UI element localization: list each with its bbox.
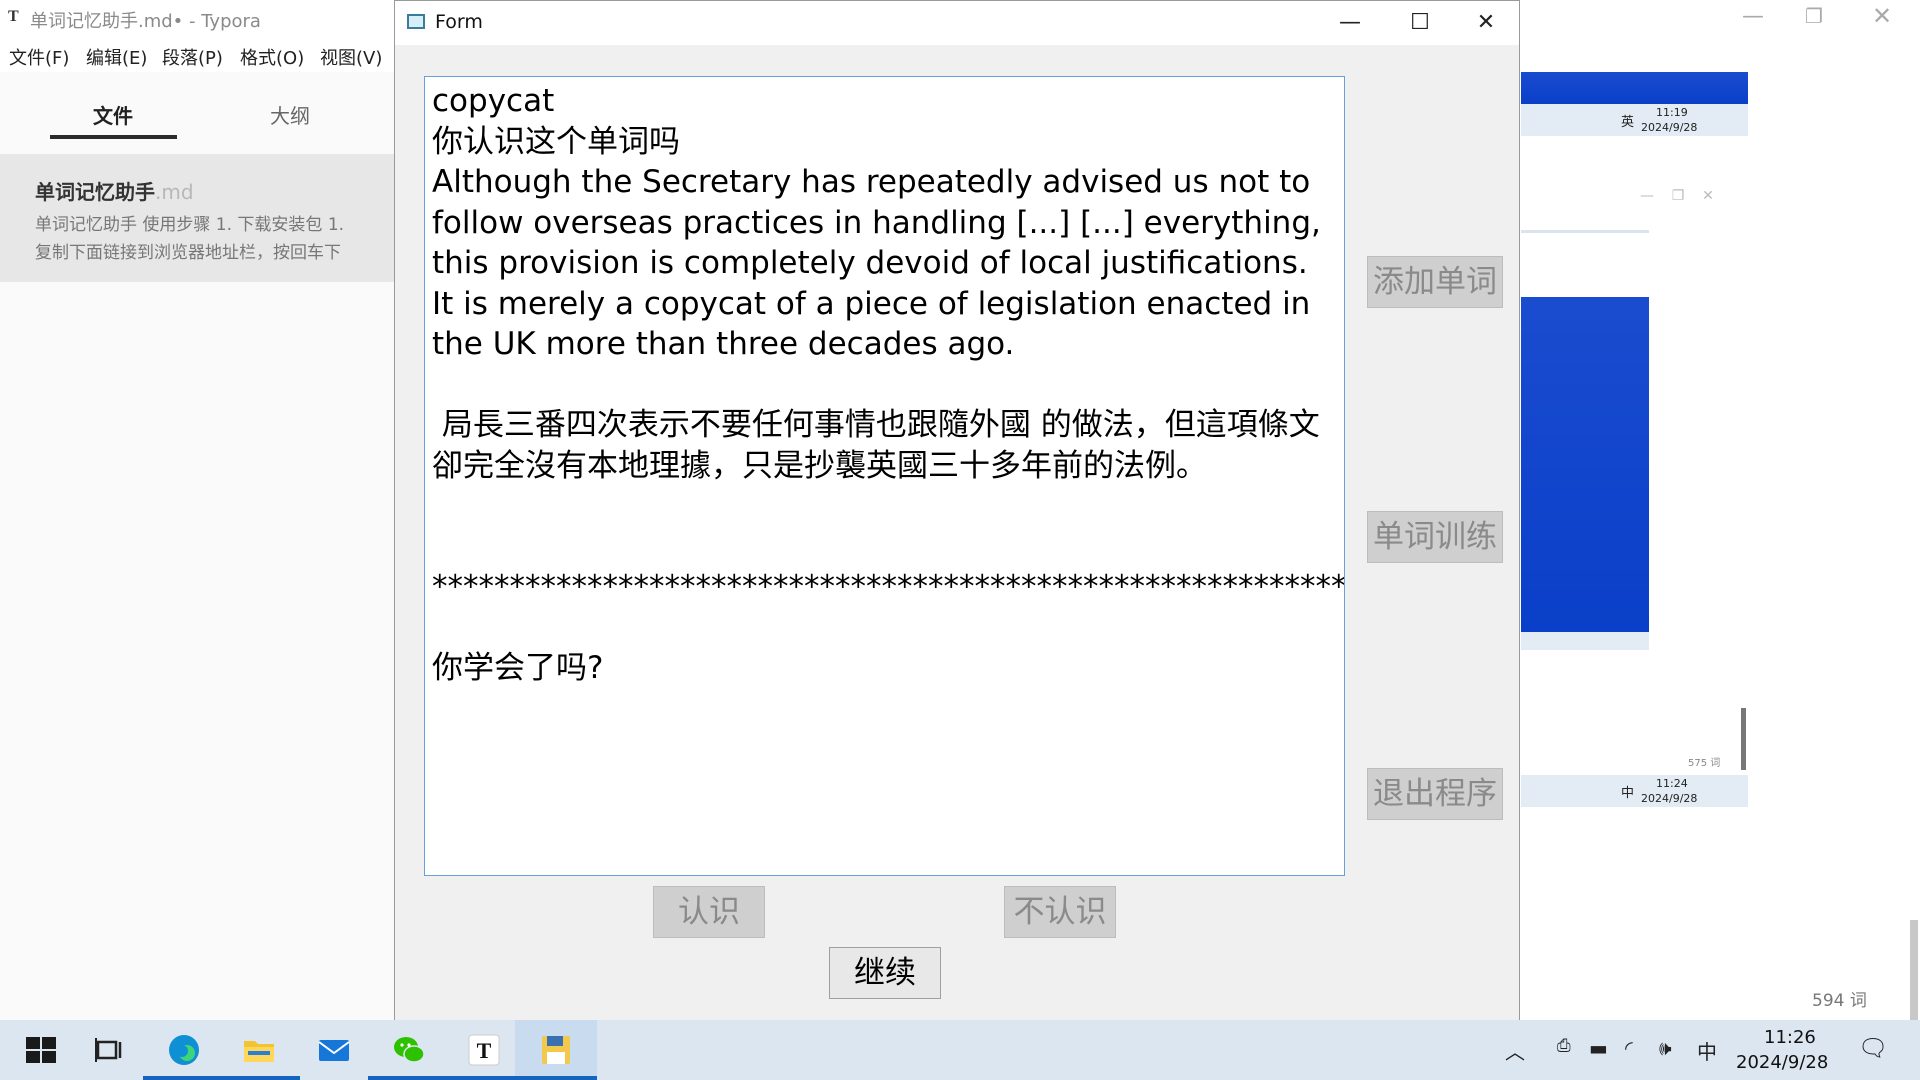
notification-icon[interactable]: 🗨	[1858, 1034, 1888, 1062]
close-button[interactable]: ✕	[1451, 1, 1521, 45]
typora-app-icon: T	[8, 8, 19, 25]
windows-icon	[26, 1037, 56, 1063]
typora-sidebar: 文件 大纲 单词记忆助手.md 单词记忆助手 使用步骤 1. 下载安装包 1. …	[0, 72, 395, 1020]
word-count[interactable]: 594 词	[1812, 986, 1867, 1011]
wifi-icon[interactable]: ◜	[1625, 1036, 1633, 1060]
mini-date: 2024/9/28	[1641, 792, 1698, 805]
taskbar-edge[interactable]	[143, 1020, 225, 1080]
scrollbar[interactable]	[1910, 920, 1918, 1020]
dont-know-button[interactable]: 不认识	[1004, 886, 1116, 938]
clock-date[interactable]: 2024/9/28	[1736, 1052, 1828, 1073]
task-view-icon	[95, 1038, 122, 1062]
svg-text:T: T	[477, 1038, 492, 1063]
meet-now-icon[interactable]: ⎙	[1557, 1036, 1571, 1056]
taskbar-wechat[interactable]	[368, 1020, 450, 1080]
scrollbar	[1741, 708, 1746, 770]
volume-icon[interactable]: 🕪	[1659, 1036, 1672, 1060]
app-running-indicator	[368, 1076, 450, 1080]
form-titlebar[interactable]: Form — ☐ ✕	[395, 1, 1519, 45]
typora-window-title: 单词记忆助手.md• - Typora	[30, 11, 261, 32]
small-word-count: 575 词	[1688, 758, 1721, 769]
word-training-button[interactable]: 单词训练	[1367, 511, 1503, 563]
restore-icon[interactable]: ❐	[1805, 4, 1823, 28]
app-running-indicator	[218, 1076, 300, 1080]
menu-paragraph[interactable]: 段落(P)	[162, 44, 223, 70]
background-screenshot-panel	[1521, 72, 1748, 104]
taskbar-mail[interactable]	[293, 1020, 375, 1080]
active-tab-indicator	[50, 135, 177, 139]
file-preview-line: 单词记忆助手 使用步骤 1. 下载安装包 1.	[35, 215, 345, 235]
word-text-area[interactable]: copycat 你认识这个单词吗 Although the Secretary …	[424, 76, 1345, 876]
file-name: 单词记忆助手.md	[35, 180, 194, 204]
mini-ime: 英	[1621, 115, 1635, 130]
clock-time[interactable]: 11:26	[1764, 1027, 1816, 1048]
form-window: Form — ☐ ✕ copycat 你认识这个单词吗 Although the…	[394, 0, 1520, 1022]
wechat-icon	[394, 1037, 425, 1063]
maximize-button[interactable]: ☐	[1385, 1, 1455, 45]
file-list-item[interactable]: 单词记忆助手.md 单词记忆助手 使用步骤 1. 下载安装包 1. 复制下面链接…	[0, 154, 395, 282]
background-window-controls: — ❐ ✕	[1640, 188, 1714, 204]
taskbar-typora[interactable]: T	[443, 1020, 525, 1080]
divider	[1521, 230, 1649, 233]
mini-taskbar: 英 11:19 2024/9/28	[1521, 104, 1748, 136]
continue-button[interactable]: 继续	[829, 947, 941, 999]
close-icon[interactable]: ✕	[1872, 2, 1892, 30]
menu-format[interactable]: 格式(O)	[240, 44, 304, 70]
app-running-indicator	[515, 1076, 597, 1080]
mini-taskbar	[1521, 632, 1649, 650]
taskbar-file-explorer[interactable]	[218, 1020, 300, 1080]
form-title: Form	[435, 11, 483, 33]
task-view-button[interactable]	[68, 1020, 150, 1080]
form-app-icon	[407, 14, 425, 29]
minimize-icon[interactable]: —	[1742, 4, 1764, 29]
background-screenshot-panel	[1521, 297, 1649, 632]
edge-icon	[169, 1035, 199, 1065]
menu-file[interactable]: 文件(F)	[9, 44, 69, 70]
add-word-button[interactable]: 添加单词	[1367, 256, 1503, 308]
input-method-indicator[interactable]: 中	[1697, 1036, 1717, 1065]
menu-edit[interactable]: 编辑(E)	[86, 44, 147, 70]
mini-ime: 中	[1621, 786, 1635, 801]
chevron-up-icon[interactable]: ︿	[1505, 1036, 1525, 1065]
floppy-app-icon	[542, 1036, 570, 1064]
taskbar: T ︿ ⎙ ▬ ◜ 🕪 中 🗨	[0, 1020, 1920, 1080]
mini-taskbar: 中 11:24 2024/9/28	[1521, 775, 1748, 807]
mini-time: 11:19	[1656, 106, 1688, 119]
tab-files[interactable]: 文件	[93, 100, 133, 129]
mini-date: 2024/9/28	[1641, 121, 1698, 134]
tab-outline[interactable]: 大纲	[270, 100, 310, 129]
mini-time: 11:24	[1656, 777, 1688, 790]
exit-program-button[interactable]: 退出程序	[1367, 768, 1503, 820]
app-running-indicator	[143, 1076, 225, 1080]
typora-icon: T	[468, 1034, 500, 1066]
taskbar-python-app[interactable]	[515, 1020, 597, 1080]
mail-icon	[318, 1040, 350, 1061]
know-button[interactable]: 认识	[653, 886, 765, 938]
battery-icon[interactable]: ▬	[1589, 1036, 1608, 1060]
menu-view[interactable]: 视图(V)	[320, 44, 382, 70]
typora-titlebar: T 单词记忆助手.md• - Typora	[0, 0, 395, 34]
folder-icon	[244, 1041, 274, 1062]
typora-menubar: 文件(F) 编辑(E) 段落(P) 格式(O) 视图(V)	[0, 38, 395, 72]
minimize-button[interactable]: —	[1315, 1, 1385, 45]
file-preview-line: 复制下面链接到浏览器地址栏，按回车下	[35, 243, 341, 263]
app-running-indicator	[443, 1076, 525, 1080]
